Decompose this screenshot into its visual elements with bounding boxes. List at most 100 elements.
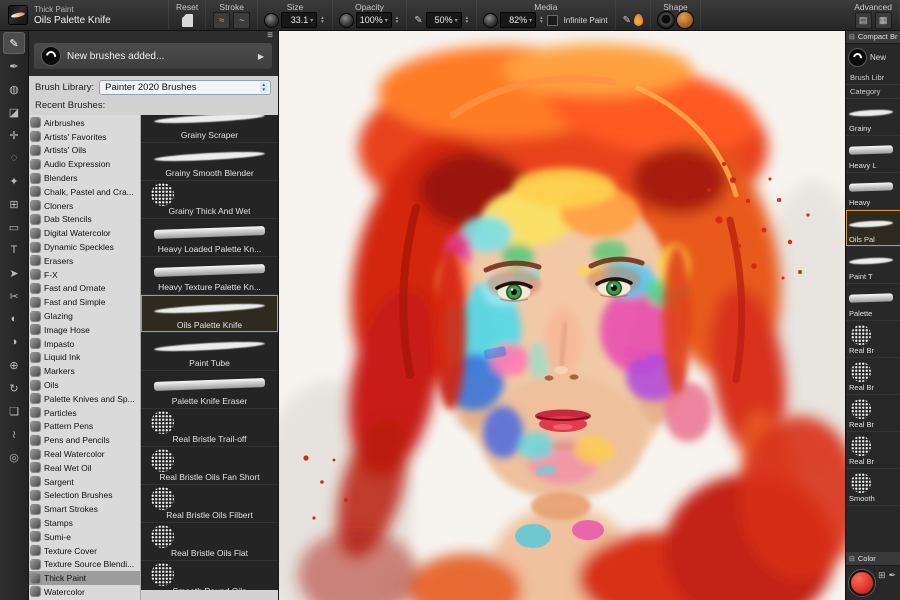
lasso-tool[interactable]: ◌ bbox=[3, 147, 25, 169]
compact-category-row[interactable]: Category bbox=[846, 85, 900, 99]
pen-tool[interactable]: ➤ bbox=[3, 262, 25, 284]
brush-shape-button[interactable] bbox=[658, 12, 674, 28]
brush-category-item[interactable]: Real Watercolor bbox=[28, 447, 140, 461]
dropper-tool[interactable]: ✒ bbox=[3, 55, 25, 77]
burn-tool[interactable]: ◑ bbox=[3, 331, 25, 353]
magic-wand-tool[interactable]: ✦ bbox=[3, 170, 25, 192]
brush-category-item[interactable]: Particles bbox=[28, 406, 140, 420]
brush-category-item[interactable]: Texture Cover bbox=[28, 544, 140, 558]
brush-category-item[interactable]: Watercolor bbox=[28, 585, 140, 599]
infinite-paint-checkbox[interactable] bbox=[547, 15, 558, 26]
new-brushes-banner[interactable]: New brushes added... ▶ bbox=[34, 43, 272, 69]
media-stepper[interactable]: ▲▼ bbox=[539, 16, 543, 25]
compact-variant-item[interactable]: Palette bbox=[846, 284, 900, 321]
canvas-area[interactable] bbox=[278, 30, 845, 600]
brush-category-item[interactable]: Pens and Pencils bbox=[28, 433, 140, 447]
brush-category-item[interactable]: Dynamic Speckles bbox=[28, 240, 140, 254]
brush-category-item[interactable]: Palette Knives and Sp... bbox=[28, 392, 140, 406]
eyedropper-icon[interactable]: ✒ bbox=[889, 570, 897, 580]
size-stepper[interactable]: ▲▼ bbox=[320, 16, 324, 25]
brush-category-item[interactable]: Oils bbox=[28, 378, 140, 392]
rotate-page-tool[interactable]: ↻ bbox=[3, 377, 25, 399]
brush-variant-item[interactable]: Heavy Texture Palette Kn... bbox=[141, 257, 278, 295]
media-input[interactable]: 82% ▾ bbox=[500, 12, 536, 28]
brush-category-item[interactable]: Fast and Ornate bbox=[28, 282, 140, 296]
brush-category-item[interactable]: Sargent bbox=[28, 475, 140, 489]
brush-variant-item[interactable]: Grainy Scraper bbox=[141, 115, 278, 143]
brush-category-item[interactable]: Selection Brushes bbox=[28, 489, 140, 503]
opacity-stepper[interactable]: ▲▼ bbox=[395, 16, 399, 25]
advanced-settings-button[interactable]: ▤ bbox=[855, 12, 872, 29]
compact-variant-item[interactable]: Real Br bbox=[846, 395, 900, 432]
dodge-tool[interactable]: ◐ bbox=[3, 308, 25, 330]
media-droplet-button[interactable] bbox=[634, 14, 643, 26]
brush-category-item[interactable]: Sumi-e bbox=[28, 530, 140, 544]
brush-variant-item[interactable]: Real Bristle Oils Filbert bbox=[141, 485, 278, 523]
brush-category-item[interactable]: Airbrushes bbox=[28, 116, 140, 130]
brush-variant-item[interactable]: Palette Knife Eraser bbox=[141, 371, 278, 409]
opacity-input[interactable]: 100% ▾ bbox=[356, 12, 392, 28]
compact-variant-item[interactable]: Oils Pal bbox=[846, 210, 900, 247]
crop-tool[interactable]: ▭ bbox=[3, 216, 25, 238]
brush-category-item[interactable]: Audio Expression bbox=[28, 157, 140, 171]
color-wheel-icon[interactable]: ⊞ bbox=[878, 570, 886, 580]
grain-stepper[interactable]: ▲▼ bbox=[465, 16, 469, 25]
compact-variant-item[interactable]: Smooth bbox=[846, 469, 900, 506]
cloner-tool[interactable]: ⊕ bbox=[3, 354, 25, 376]
eraser-tool[interactable]: ◪ bbox=[3, 101, 25, 123]
current-color-swatch[interactable] bbox=[849, 570, 875, 596]
compact-brush-header[interactable]: ⊟ Compact Brush bbox=[846, 30, 900, 44]
brush-variant-item[interactable]: Real Bristle Oils Fan Short bbox=[141, 447, 278, 485]
brush-category-item[interactable]: Liquid Ink bbox=[28, 351, 140, 365]
brush-tip-button[interactable] bbox=[677, 12, 693, 28]
scissors-tool[interactable]: ✂ bbox=[3, 285, 25, 307]
brush-category-item[interactable]: F-X bbox=[28, 268, 140, 282]
brush-category-item[interactable]: Real Wet Oil bbox=[28, 461, 140, 475]
stroke-style-button[interactable]: ≈ bbox=[213, 12, 230, 29]
brush-category-item[interactable]: Cloners bbox=[28, 199, 140, 213]
transform-tool[interactable]: ⊞ bbox=[3, 193, 25, 215]
magnifier-tool[interactable]: ◎ bbox=[3, 446, 25, 468]
brush-tool[interactable]: ✎ bbox=[3, 32, 25, 54]
compact-variant-item[interactable]: Grainy bbox=[846, 99, 900, 136]
layer-adjuster-tool[interactable]: ❏ bbox=[3, 400, 25, 422]
compact-variant-item[interactable]: Real Br bbox=[846, 432, 900, 469]
grain-input[interactable]: 50% ▾ bbox=[426, 12, 462, 28]
brush-category-item[interactable]: Dab Stencils bbox=[28, 213, 140, 227]
brush-variant-item[interactable]: Paint Tube bbox=[141, 333, 278, 371]
color-panel-header[interactable]: ⊟ Color bbox=[846, 552, 900, 566]
brush-variant-item[interactable]: Oils Palette Knife bbox=[141, 295, 278, 333]
brush-variant-item[interactable]: Grainy Smooth Blender bbox=[141, 143, 278, 181]
compact-library-row[interactable]: Brush Libr bbox=[846, 71, 900, 85]
panel-menu-icon[interactable]: ≡ bbox=[267, 30, 273, 41]
brush-category-item[interactable]: Fast and Simple bbox=[28, 295, 140, 309]
brush-library-dropdown[interactable]: Painter 2020 Brushes ▲▼ bbox=[99, 80, 271, 95]
brush-variant-item[interactable]: Real Bristle Oils Flat bbox=[141, 523, 278, 561]
active-brush-selector[interactable]: Thick Paint Oils Palette Knife bbox=[0, 0, 169, 30]
brush-category-item[interactable]: Digital Watercolor bbox=[28, 226, 140, 240]
brush-category-item[interactable]: Stamps bbox=[28, 516, 140, 530]
brush-category-item[interactable]: Erasers bbox=[28, 254, 140, 268]
compact-variant-item[interactable]: Paint T bbox=[846, 247, 900, 284]
brush-category-item[interactable]: Glazing bbox=[28, 309, 140, 323]
brush-category-item[interactable]: Impasto bbox=[28, 337, 140, 351]
brush-category-item[interactable]: Blenders bbox=[28, 171, 140, 185]
brush-variant-item[interactable]: Heavy Loaded Palette Kn... bbox=[141, 219, 278, 257]
compact-variant-item[interactable]: Heavy bbox=[846, 173, 900, 210]
text-tool[interactable]: T bbox=[3, 239, 25, 261]
brush-category-item[interactable]: Texture Source Blendi... bbox=[28, 558, 140, 572]
brush-category-item[interactable]: Image Hose bbox=[28, 323, 140, 337]
stroke-options-button[interactable]: ~ bbox=[233, 12, 250, 29]
brush-variant-item[interactable]: Real Bristle Trail-off bbox=[141, 409, 278, 447]
new-brushes-button[interactable]: New bbox=[846, 44, 900, 71]
brush-variant-item[interactable]: Grainy Thick And Wet bbox=[141, 181, 278, 219]
brush-category-item[interactable]: Artists' Favorites bbox=[28, 130, 140, 144]
brush-category-item[interactable]: Artists' Oils bbox=[28, 144, 140, 158]
brush-category-item[interactable]: Thick Paint bbox=[28, 571, 140, 585]
advanced-panel-button[interactable]: ▦ bbox=[875, 12, 892, 29]
brush-variant-item[interactable]: Smooth Round Oils bbox=[141, 561, 278, 590]
compact-variant-item[interactable]: Real Br bbox=[846, 321, 900, 358]
brush-category-item[interactable]: Pattern Pens bbox=[28, 420, 140, 434]
move-tool[interactable]: ✛ bbox=[3, 124, 25, 146]
brush-category-item[interactable]: Markers bbox=[28, 364, 140, 378]
